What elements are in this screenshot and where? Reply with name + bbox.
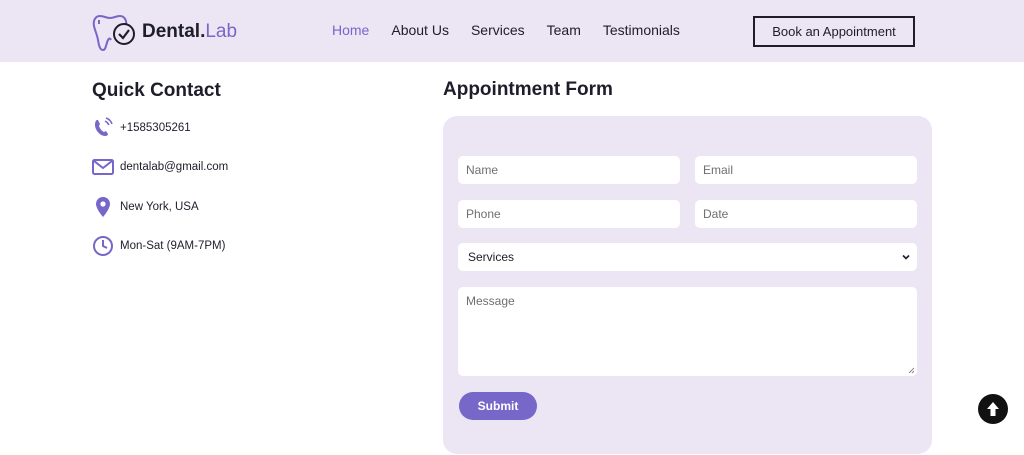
nav-link-home[interactable]: Home	[332, 22, 369, 38]
arrow-up-icon	[987, 402, 999, 416]
message-placeholder: Message	[466, 294, 515, 308]
brand-name: Dental.Lab	[142, 21, 237, 43]
date-placeholder: Date	[703, 207, 729, 221]
phone-placeholder: Phone	[466, 207, 501, 221]
date-input[interactable]: Date	[695, 200, 917, 228]
email-placeholder: Email	[703, 163, 734, 177]
nav-link-team[interactable]: Team	[547, 22, 581, 38]
nav-link-about-us[interactable]: About Us	[391, 22, 449, 38]
name-placeholder: Name	[466, 163, 499, 177]
phone-input[interactable]: Phone	[458, 200, 680, 228]
contact-hours-text: Mon-Sat (9AM-7PM)	[120, 240, 226, 252]
navbar: Dental.Lab Home About Us Services Team T…	[0, 0, 1024, 62]
nav-link-testimonials[interactable]: Testimonials	[603, 22, 680, 38]
location-pin-icon	[92, 196, 114, 218]
message-textarea[interactable]: Message	[458, 287, 917, 376]
book-appointment-button[interactable]: Book an Appointment	[753, 16, 915, 47]
submit-button[interactable]: Submit	[459, 392, 537, 420]
email-input[interactable]: Email	[695, 156, 917, 184]
scroll-to-top-button[interactable]	[978, 394, 1008, 424]
envelope-icon	[92, 156, 114, 178]
contact-location: New York, USA	[92, 196, 199, 218]
phone-icon	[92, 117, 114, 139]
tooth-logo-icon	[92, 14, 135, 52]
contact-email-text: dentalab@gmail.com	[120, 161, 229, 173]
clock-icon	[92, 235, 114, 257]
brand-name-main: Dental.	[142, 21, 206, 42]
nav-link-services[interactable]: Services	[471, 22, 525, 38]
main-nav: Home About Us Services Team Testimonials	[332, 22, 702, 38]
services-selected-value: Services	[468, 250, 515, 264]
contact-location-text: New York, USA	[120, 201, 199, 213]
resize-handle-icon[interactable]	[908, 367, 915, 374]
contact-phone-text: +1585305261	[120, 122, 191, 134]
appointment-form-title: Appointment Form	[443, 79, 613, 100]
name-input[interactable]: Name	[458, 156, 680, 184]
quick-contact-title: Quick Contact	[92, 80, 221, 101]
contact-hours: Mon-Sat (9AM-7PM)	[92, 235, 225, 257]
logo[interactable]: Dental.Lab	[92, 12, 237, 52]
services-select[interactable]: Services	[458, 243, 917, 271]
contact-phone: +1585305261	[92, 117, 191, 139]
brand-name-accent: Lab	[205, 21, 238, 42]
contact-email: dentalab@gmail.com	[92, 156, 228, 178]
appointment-form: Name Email Phone Date Services Message S…	[443, 116, 932, 454]
chevron-down-icon	[902, 254, 910, 260]
